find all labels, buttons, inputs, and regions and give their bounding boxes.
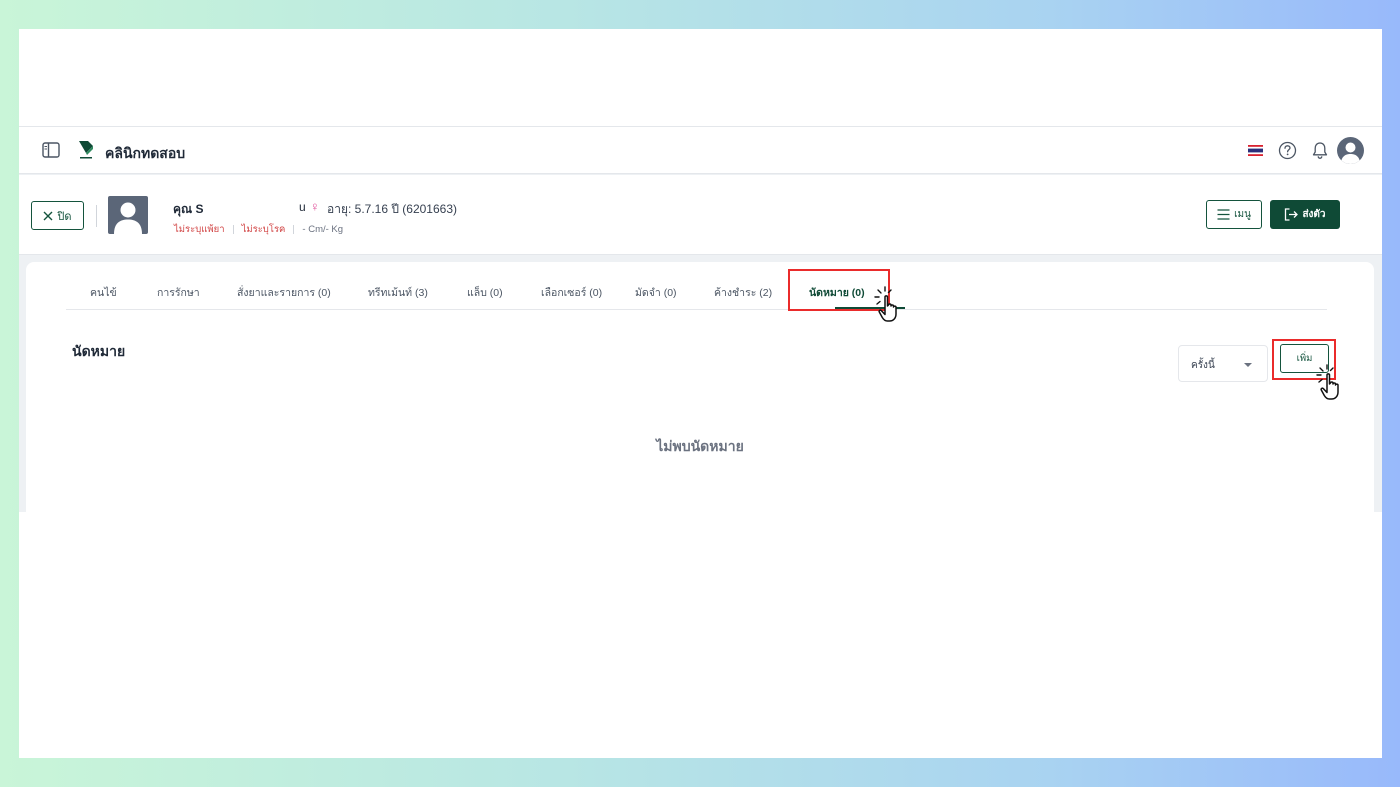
patient-avatar [108, 196, 148, 234]
top-bar: คลินิกทดสอบ [19, 126, 1382, 174]
patient-tags: ไม่ระบุแพ้ยา ไม่ระบุโรค - Cm/- Kg [174, 222, 343, 237]
tab-orders[interactable]: สั่งยาและรายการ (0) [237, 284, 331, 301]
redacted-name-block [203, 197, 299, 215]
tab-outstanding[interactable]: ค้างชำระ (2) [714, 284, 772, 301]
patient-name: คุณ S [173, 202, 204, 216]
close-label: ปิด [57, 210, 72, 223]
clinic-name: คลินิกทดสอบ [105, 145, 186, 161]
add-appointment-button[interactable]: เพิ่ม [1280, 344, 1329, 373]
clinic-logo [79, 141, 93, 159]
close-icon [43, 211, 53, 220]
drug-allergy-tag: ไม่ระบุแพ้ยา [174, 224, 225, 235]
tab-treatments[interactable]: ทรีทเม้นท์ (3) [368, 284, 428, 301]
disease-tag: ไม่ระบุโรค [241, 224, 286, 235]
app-window: คลินิกทดสอบ ปิด คุณ S u ♀ อายุ: 5.7.16 ป… [19, 126, 1382, 512]
tab-patient[interactable]: คนไข้ [90, 284, 117, 301]
tab-appointments[interactable]: นัดหมาย (0) [809, 284, 865, 301]
screenshot-frame: คลินิกทดสอบ ปิด คุณ S u ♀ อายุ: 5.7.16 ป… [19, 29, 1382, 758]
divider [96, 205, 97, 227]
thai-flag-icon[interactable] [1248, 145, 1263, 156]
tag-divider [232, 225, 234, 234]
chevron-down-icon [1244, 363, 1252, 367]
tag-divider [293, 225, 295, 234]
send-label: ส่งตัว [1302, 209, 1326, 220]
height-weight: - Cm/- Kg [302, 224, 344, 235]
user-avatar[interactable] [1337, 137, 1364, 164]
tab-lab[interactable]: แล็บ (0) [467, 284, 503, 301]
close-button[interactable]: ปิด [31, 201, 84, 230]
period-select[interactable]: ครั้งนี้ [1178, 345, 1268, 382]
hamburger-icon [1217, 209, 1230, 220]
bell-icon[interactable] [1311, 141, 1329, 160]
content-card: คนไข้ การรักษา สั่งยาและรายการ (0) ทรีทเ… [26, 262, 1374, 512]
patient-bar: ปิด คุณ S u ♀ อายุ: 5.7.16 ปี (6201663) … [19, 175, 1382, 255]
sidebar-toggle-icon[interactable] [42, 142, 60, 158]
active-tab-underline [835, 307, 905, 309]
send-button[interactable]: ส่งตัว [1270, 200, 1340, 229]
patient-name-tail: u [299, 200, 306, 214]
tab-treatment[interactable]: การรักษา [157, 284, 200, 301]
tab-bar: คนไข้ การรักษา สั่งยาและรายการ (0) ทรีทเ… [66, 262, 1327, 310]
tab-deposit[interactable]: มัดจำ (0) [635, 284, 677, 301]
period-select-value: ครั้งนี้ [1191, 360, 1215, 371]
patient-age-id: อายุ: 5.7.16 ปี (6201663) [327, 202, 458, 216]
exit-arrow-icon [1285, 208, 1299, 221]
help-icon[interactable] [1278, 141, 1297, 160]
menu-button[interactable]: เมนู [1206, 200, 1262, 229]
female-icon: ♀ [310, 199, 320, 214]
tab-laser[interactable]: เลือกเซอร์ (0) [541, 284, 602, 301]
empty-state-message: ไม่พบนัดหมาย [656, 438, 744, 454]
section-title: นัดหมาย [72, 343, 126, 359]
menu-label: เมนู [1234, 209, 1251, 220]
